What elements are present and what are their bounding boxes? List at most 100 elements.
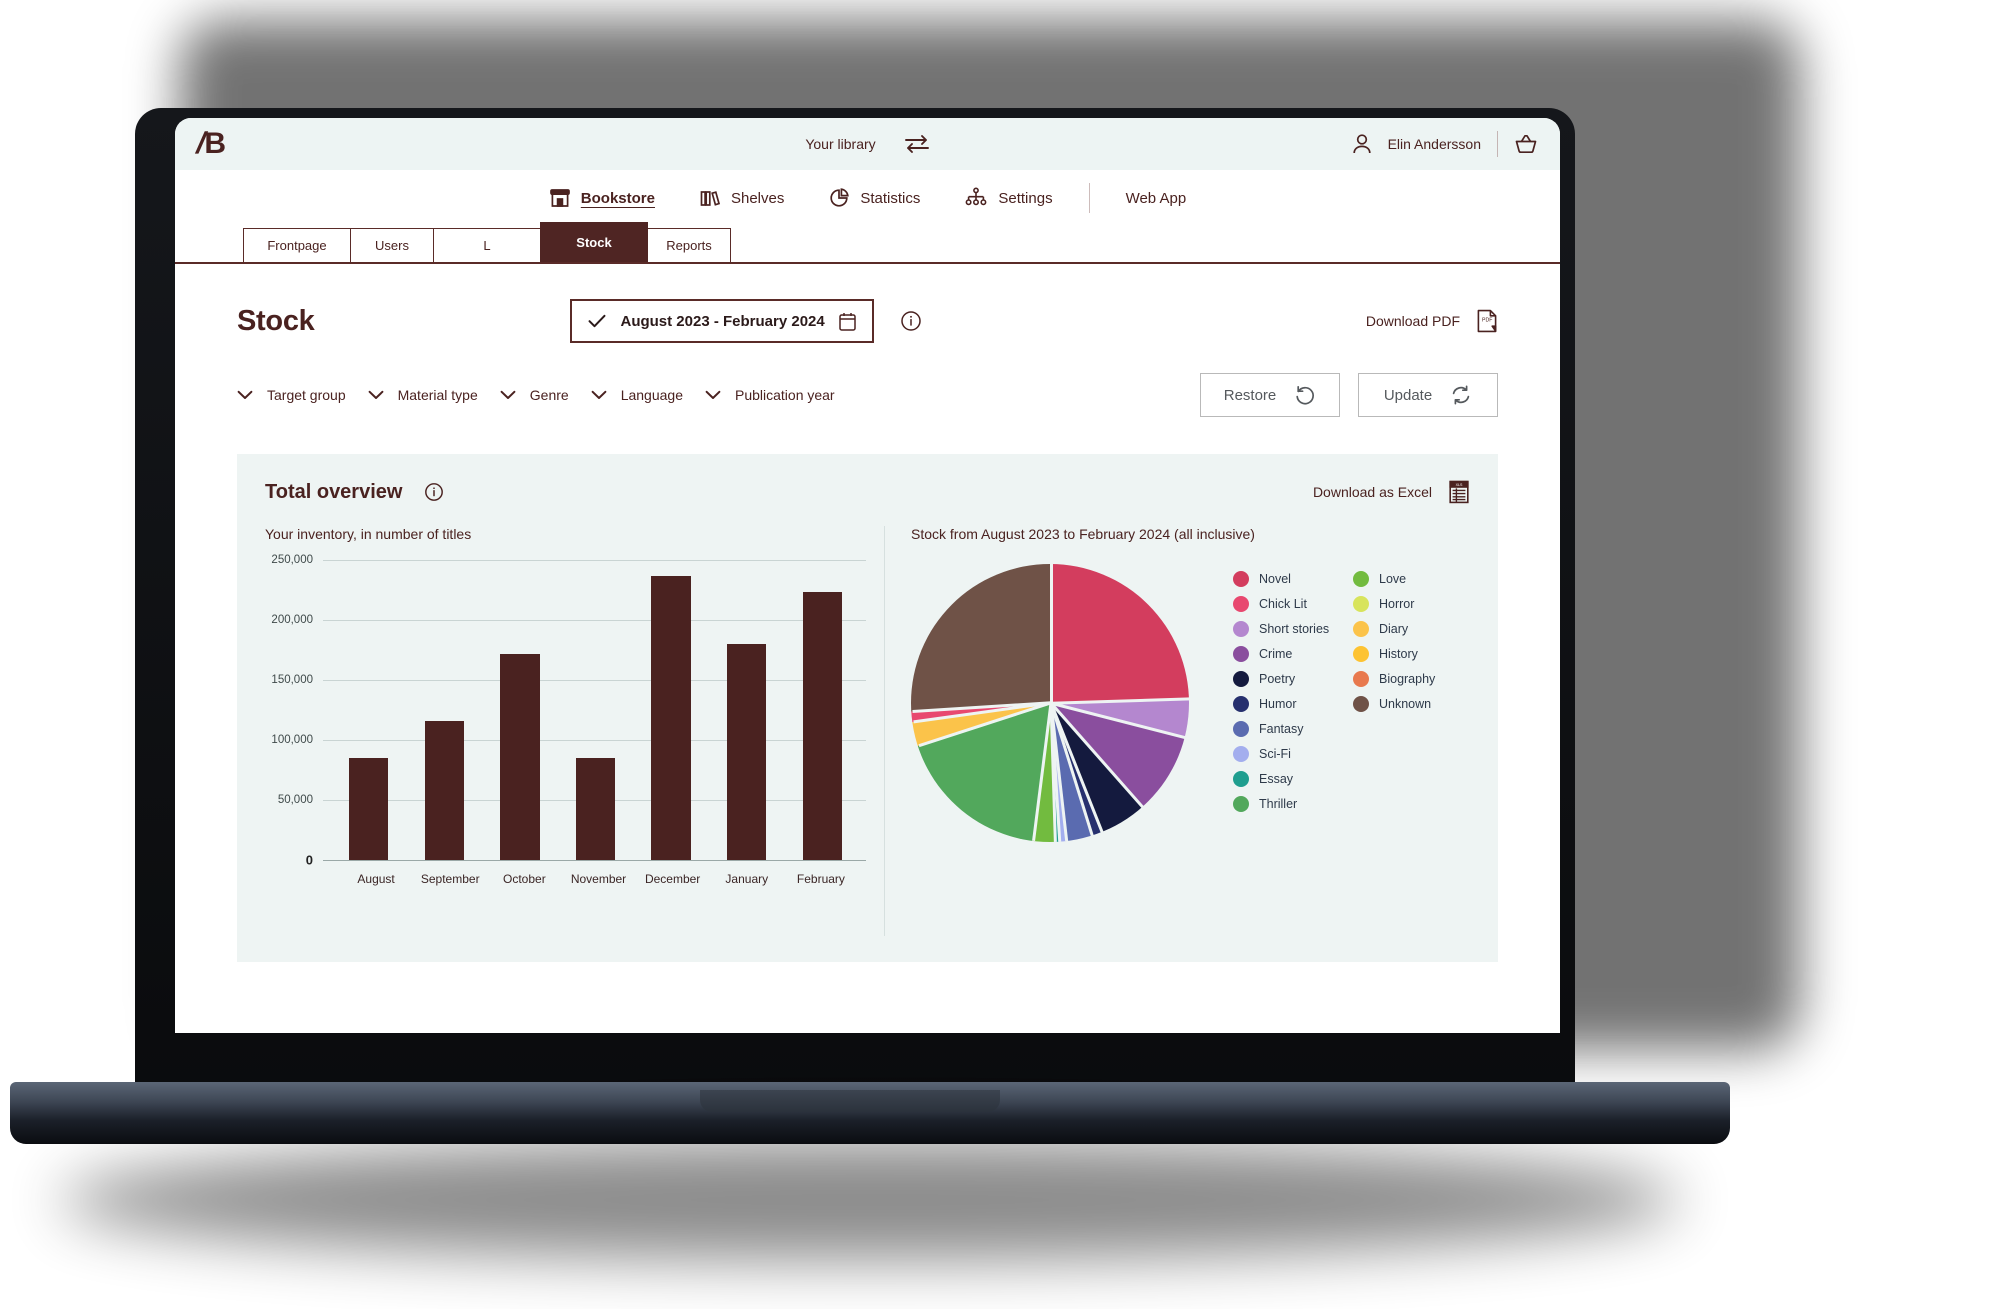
ytick-150000: 150,000 [271,674,313,686]
pdf-file-icon: PDF [1476,309,1498,333]
tab-reports[interactable]: Reports [647,228,731,262]
legend-item-fantasy[interactable]: Fantasy [1233,716,1353,741]
pie-chart[interactable] [911,564,1191,842]
legend-item-humor[interactable]: Humor [1233,691,1353,716]
legend-swatch-essay [1233,770,1249,787]
bar-december[interactable] [651,575,691,860]
legend-item-unknown[interactable]: Unknown [1353,691,1473,716]
bar-column-november[interactable] [558,560,634,860]
xlabel-january: January [725,872,769,886]
chevron-down-icon [368,390,384,400]
store-icon [549,187,571,209]
legend-item-love[interactable]: Love [1353,566,1473,591]
swap-arrows-icon[interactable] [904,134,930,154]
legend-label-crime: Crime [1259,646,1293,661]
filter-label-material-type: Material type [397,387,478,403]
tab-stock[interactable]: Stock [540,222,648,262]
page-header: Stock August 2023 - February 2024 Downlo… [175,264,1560,350]
chevron-down-icon [705,390,721,400]
legend-item-essay[interactable]: Essay [1233,766,1353,791]
gridline-zero: 0 [306,853,866,868]
filter-label-target-group: Target group [267,387,346,403]
legend-item-horror[interactable]: Horror [1353,591,1473,616]
legend-item-short-stories[interactable]: Short stories [1233,616,1353,641]
nav-label-web-app: Web App [1125,189,1187,207]
restore-button[interactable]: Restore [1200,373,1340,417]
top-bar: /B Your library Elin Andersson [175,118,1560,170]
legend-label-sci-fi: Sci-Fi [1259,746,1291,761]
tab-frontpage[interactable]: Frontpage [243,228,351,262]
tab-users[interactable]: Users [350,228,434,262]
basket-icon[interactable] [1514,133,1538,155]
nav-item-bookstore[interactable]: Bookstore [527,187,677,209]
nav-label-bookstore: Bookstore [580,189,655,207]
bar-january[interactable] [727,644,767,860]
bar-column-december[interactable] [633,560,709,860]
legend-item-novel[interactable]: Novel [1233,566,1353,591]
filter-label-genre: Genre [529,387,569,403]
bar-september[interactable] [424,720,465,860]
user-icon[interactable] [1352,133,1372,155]
nav-item-statistics[interactable]: Statistics [806,187,942,209]
pie-chart-icon [828,187,850,209]
pie-slice-divider [1050,564,1053,703]
legend-item-chick-lit[interactable]: Chick Lit [1233,591,1353,616]
bar-column-august[interactable] [331,560,407,860]
nav-divider [1088,183,1090,213]
ytick-50000: 50,000 [277,794,313,806]
filter-genre[interactable]: Genre [500,387,569,403]
app-logo[interactable]: /B [193,127,226,160]
nav-item-web-app[interactable]: Web App [1104,190,1209,207]
bar-column-january[interactable] [709,560,785,860]
tab-l[interactable]: L [433,228,541,262]
page-info-icon[interactable] [900,310,922,332]
legend-item-sci-fi[interactable]: Sci-Fi [1233,741,1353,766]
legend-swatch-history [1353,645,1369,662]
legend-item-history[interactable]: History [1353,641,1473,666]
bar-october[interactable] [500,653,540,860]
filter-actions: Restore Update [1200,373,1498,417]
legend-item-biography[interactable]: Biography [1353,666,1473,691]
download-excel-button[interactable]: Download as Excel XLS [1313,480,1470,504]
download-pdf-button[interactable]: Download PDF PDF [1366,309,1498,333]
filter-publication-year[interactable]: Publication year [705,387,835,403]
bar-column-february[interactable] [784,560,860,860]
bar-november[interactable] [575,758,616,860]
calendar-icon[interactable] [839,312,856,331]
tab-label-frontpage: Frontpage [267,238,327,253]
bar-column-september[interactable] [407,560,483,860]
tab-label-l: L [483,238,491,253]
check-icon [588,314,606,328]
xlabel-february: February [796,872,845,886]
legend-swatch-short-stories [1233,620,1249,637]
main-nav: Bookstore Shelves Statistics Settings We… [175,170,1560,226]
bar-chart-panel: Your inventory, in number of titles 250,… [265,526,885,936]
legend-item-diary[interactable]: Diary [1353,616,1473,641]
svg-text:XLS: XLS [1456,483,1463,487]
top-bar-divider [1497,131,1498,157]
bar-february[interactable] [802,592,842,860]
nav-item-shelves[interactable]: Shelves [677,187,806,209]
nav-item-settings[interactable]: Settings [942,187,1074,209]
legend-swatch-poetry [1233,670,1249,687]
legend-item-poetry[interactable]: Poetry [1233,666,1353,691]
filter-target-group[interactable]: Target group [237,387,346,403]
bar-august[interactable] [349,758,389,860]
card-header: Total overview Download as Excel XLS [265,480,1470,504]
date-range-selector[interactable]: August 2023 - February 2024 [570,299,874,343]
xlabel-december: December [644,872,701,886]
filter-material-type[interactable]: Material type [368,387,478,403]
bar-column-october[interactable] [482,560,558,860]
legend-label-thriller: Thriller [1259,796,1298,811]
legend-item-thriller[interactable]: Thriller [1233,791,1353,816]
card-info-icon[interactable] [424,482,444,502]
legend-label-chick-lit: Chick Lit [1259,596,1307,611]
pie-chart-panel: Stock from August 2023 to February 2024 … [885,526,1470,936]
user-name[interactable]: Elin Andersson [1388,136,1481,152]
filter-label-publication-year: Publication year [734,387,835,403]
xlabel-october: October [503,872,546,886]
books-icon [699,187,721,209]
update-button[interactable]: Update [1358,373,1498,417]
legend-item-crime[interactable]: Crime [1233,641,1353,666]
filter-language[interactable]: Language [591,387,683,403]
